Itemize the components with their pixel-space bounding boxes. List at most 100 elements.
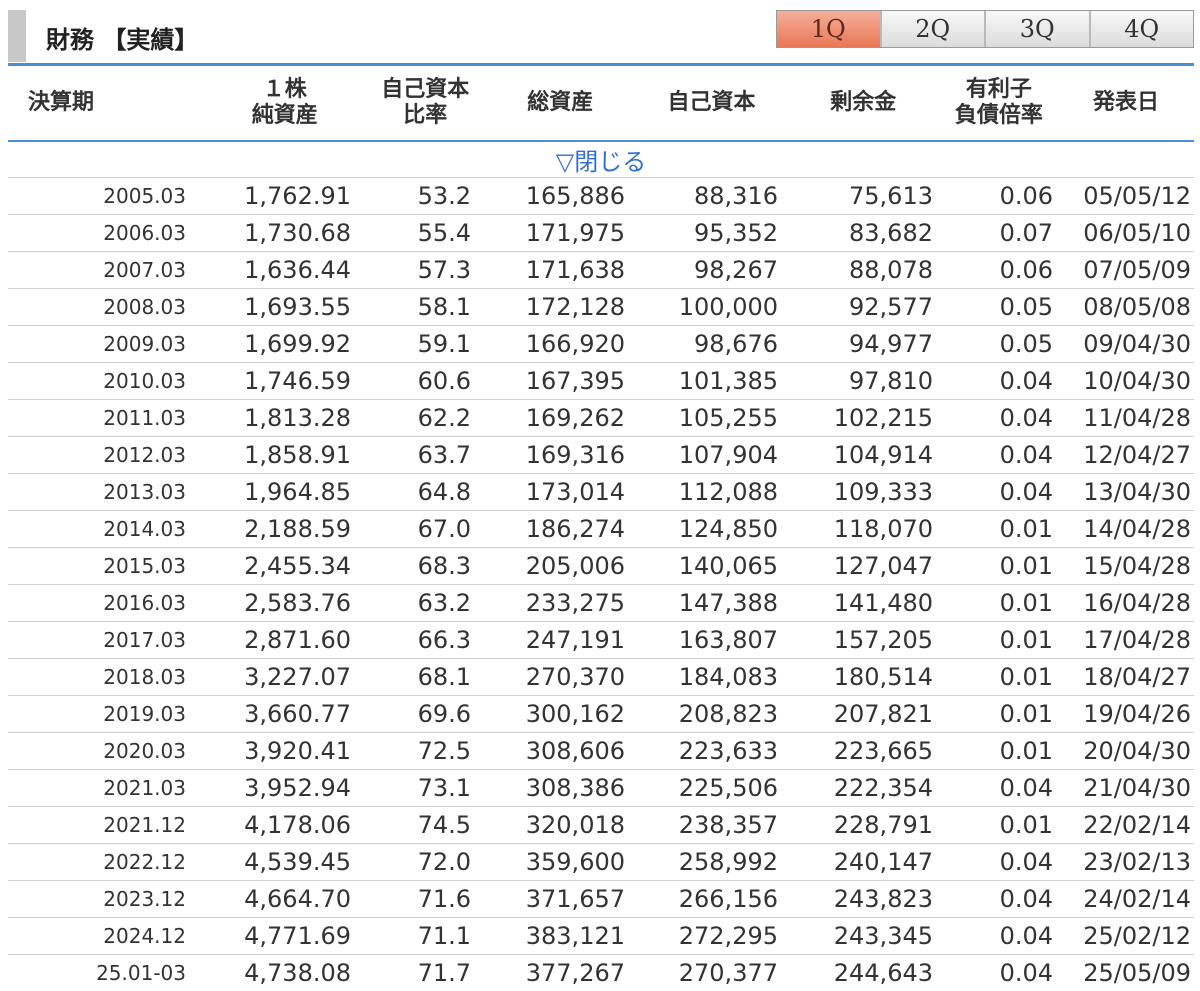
cell-bps: 1,964.85 — [244, 478, 351, 506]
cell-de-ratio: 0.04 — [999, 848, 1053, 876]
cell-equity: 100,000 — [678, 293, 778, 321]
cell-equity-ratio: 71.6 — [417, 885, 471, 913]
cell-equity-ratio: 67.0 — [417, 515, 471, 543]
cell-period: 2019.03 — [103, 702, 186, 726]
cell-equity-ratio: 71.7 — [417, 959, 471, 987]
cell-retained-earnings: 94,977 — [849, 330, 933, 358]
cell-period: 2017.03 — [103, 628, 186, 652]
cell-equity-ratio: 58.1 — [417, 293, 471, 321]
cell-period: 2014.03 — [103, 517, 186, 541]
cell-de-ratio: 0.01 — [999, 737, 1053, 765]
collapse-link[interactable]: ▽閉じる — [556, 142, 646, 177]
cell-equity: 208,823 — [678, 700, 778, 728]
cell-total-assets: 173,014 — [525, 478, 625, 506]
cell-announce-date: 17/04/28 — [1083, 626, 1191, 654]
cell-total-assets: 186,274 — [525, 515, 625, 543]
cell-equity-ratio: 71.1 — [417, 922, 471, 950]
cell-bps: 3,920.41 — [244, 737, 351, 765]
col-header-total-assets: 総資産 — [527, 90, 594, 115]
cell-announce-date: 18/04/27 — [1083, 663, 1191, 691]
table-row: 2010.03 1,746.59 60.6 167,395 101,385 97,810 0… — [8, 363, 1194, 400]
tab-3q[interactable]: 3Q — [984, 11, 1089, 47]
cell-total-assets: 247,191 — [525, 626, 625, 654]
cell-period: 2021.03 — [103, 776, 186, 800]
col-header-retained-earnings: 剰余金 — [830, 90, 897, 115]
cell-bps: 1,813.28 — [244, 404, 351, 432]
table-row: 2017.03 2,871.60 66.3 247,191 163,807 157,205… — [8, 622, 1194, 659]
cell-announce-date: 16/04/28 — [1083, 589, 1191, 617]
cell-total-assets: 233,275 — [525, 589, 625, 617]
cell-equity-ratio: 53.2 — [417, 182, 471, 210]
cell-period: 2007.03 — [103, 258, 186, 282]
cell-period: 2010.03 — [103, 369, 186, 393]
cell-total-assets: 172,128 — [525, 293, 625, 321]
cell-period: 2005.03 — [103, 184, 186, 208]
cell-de-ratio: 0.05 — [999, 330, 1053, 358]
cell-equity-ratio: 63.2 — [417, 589, 471, 617]
cell-total-assets: 171,638 — [525, 256, 625, 284]
cell-announce-date: 12/04/27 — [1083, 441, 1191, 469]
cell-de-ratio: 0.04 — [999, 922, 1053, 950]
cell-bps: 4,539.45 — [244, 848, 351, 876]
cell-equity-ratio: 66.3 — [417, 626, 471, 654]
cell-bps: 2,455.34 — [244, 552, 351, 580]
cell-period: 2012.03 — [103, 443, 186, 467]
cell-bps: 2,188.59 — [244, 515, 351, 543]
cell-total-assets: 320,018 — [525, 811, 625, 839]
table-row: 2005.03 1,762.91 53.2 165,886 88,316 75,613 0.… — [8, 178, 1194, 215]
section-title: 財務 【実績】 — [46, 26, 199, 54]
cell-de-ratio: 0.04 — [999, 441, 1053, 469]
cell-bps: 4,771.69 — [244, 922, 351, 950]
cell-announce-date: 15/04/28 — [1083, 552, 1191, 580]
cell-retained-earnings: 243,823 — [833, 885, 933, 913]
cell-total-assets: 205,006 — [525, 552, 625, 580]
tab-4q[interactable]: 4Q — [1088, 11, 1193, 47]
cell-equity: 124,850 — [678, 515, 778, 543]
cell-announce-date: 19/04/26 — [1083, 700, 1191, 728]
table-body: 2005.03 1,762.91 53.2 165,886 88,316 75,613 0.… — [8, 178, 1194, 991]
cell-total-assets: 169,262 — [525, 404, 625, 432]
cell-de-ratio: 0.01 — [999, 626, 1053, 654]
financial-table: 決算期 １株 純資産 自己資本 比率 総資産 自己資本 剰余金 有利子 負債倍率… — [8, 66, 1194, 991]
cell-equity: 105,255 — [678, 404, 778, 432]
cell-announce-date: 14/04/28 — [1083, 515, 1191, 543]
cell-total-assets: 270,370 — [525, 663, 625, 691]
cell-retained-earnings: 92,577 — [849, 293, 933, 321]
cell-de-ratio: 0.04 — [999, 885, 1053, 913]
cell-equity-ratio: 72.5 — [417, 737, 471, 765]
cell-equity: 266,156 — [678, 885, 778, 913]
tab-2q[interactable]: 2Q — [879, 11, 984, 47]
cell-announce-date: 11/04/28 — [1083, 404, 1191, 432]
cell-bps: 3,952.94 — [244, 774, 351, 802]
cell-de-ratio: 0.07 — [999, 219, 1053, 247]
cell-bps: 4,178.06 — [244, 811, 351, 839]
tab-1q[interactable]: 1Q — [777, 11, 880, 47]
cell-period: 2018.03 — [103, 665, 186, 689]
cell-period: 2022.12 — [103, 850, 186, 874]
cell-equity-ratio: 59.1 — [417, 330, 471, 358]
cell-announce-date: 08/05/08 — [1083, 293, 1191, 321]
cell-period: 2020.03 — [103, 739, 186, 763]
col-header-equity-ratio: 自己資本 比率 — [381, 77, 470, 128]
cell-announce-date: 07/05/09 — [1083, 256, 1191, 284]
col-header-bps: １株 純資産 — [251, 77, 318, 128]
cell-total-assets: 377,267 — [525, 959, 625, 987]
cell-de-ratio: 0.01 — [999, 589, 1053, 617]
cell-announce-date: 06/05/10 — [1083, 219, 1191, 247]
cell-retained-earnings: 83,682 — [849, 219, 933, 247]
cell-de-ratio: 0.01 — [999, 663, 1053, 691]
cell-announce-date: 25/02/12 — [1083, 922, 1191, 950]
cell-equity-ratio: 69.6 — [417, 700, 471, 728]
cell-bps: 2,583.76 — [244, 589, 351, 617]
cell-de-ratio: 0.01 — [999, 552, 1053, 580]
collapse-row: ▽閉じる — [8, 142, 1194, 178]
cell-total-assets: 359,600 — [525, 848, 625, 876]
title-accent-bar — [8, 10, 26, 62]
cell-retained-earnings: 127,047 — [833, 552, 933, 580]
cell-equity-ratio: 72.0 — [417, 848, 471, 876]
cell-equity-ratio: 63.7 — [417, 441, 471, 469]
cell-total-assets: 166,920 — [525, 330, 625, 358]
cell-announce-date: 24/02/14 — [1083, 885, 1191, 913]
cell-total-assets: 169,316 — [525, 441, 625, 469]
table-row: 2019.03 3,660.77 69.6 300,162 208,823 207,821… — [8, 696, 1194, 733]
